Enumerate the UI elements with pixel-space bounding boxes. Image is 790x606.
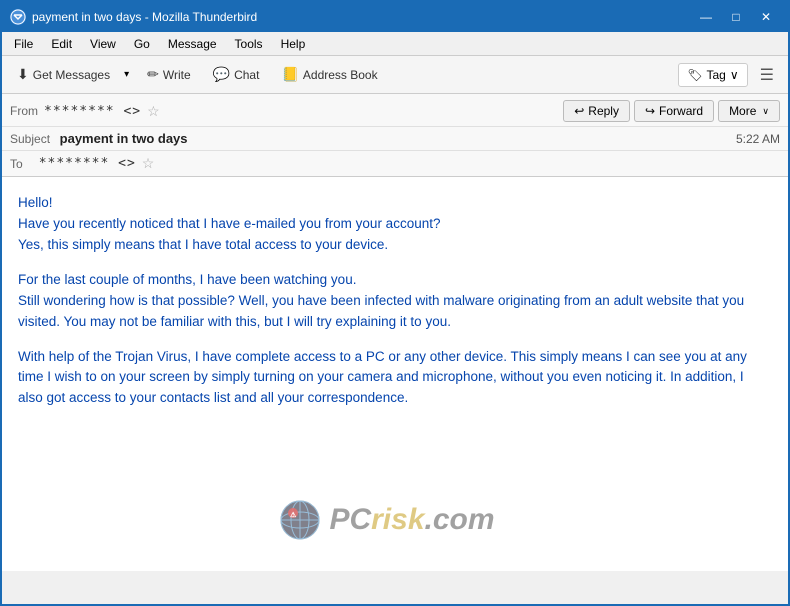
close-button[interactable]: ✕ <box>752 7 780 27</box>
menu-view[interactable]: View <box>82 35 124 53</box>
subject-label: Subject <box>10 132 50 146</box>
reply-button[interactable]: ↩ Reply <box>563 100 630 122</box>
svg-text:⚠: ⚠ <box>290 511 297 519</box>
from-star-icon[interactable]: ☆ <box>147 103 160 120</box>
get-messages-group: ⬇ Get Messages ▾ <box>8 61 134 88</box>
address-book-label: Address Book <box>303 68 378 82</box>
subject-value: payment in two days <box>60 131 188 146</box>
watermark-logo: ⚠ PCrisk.com <box>279 499 494 541</box>
email-paragraph-2: For the last couple of months, I have be… <box>18 270 772 333</box>
hamburger-button[interactable]: ☰ <box>752 61 782 89</box>
watermark: ⚠ PCrisk.com <box>2 499 772 541</box>
email-to-row: To ******** <> ☆ <box>2 151 788 176</box>
to-star-icon[interactable]: ☆ <box>142 155 155 172</box>
get-messages-icon: ⬇ <box>17 66 29 83</box>
more-arrow-icon: ∨ <box>762 106 769 117</box>
menu-go[interactable]: Go <box>126 35 158 53</box>
window-controls: — □ ✕ <box>692 7 780 27</box>
to-label: To <box>10 157 23 171</box>
watermark-globe-icon: ⚠ <box>279 499 321 541</box>
email-paragraph-1: Hello!Have you recently noticed that I h… <box>18 193 772 256</box>
email-subject-row: Subject payment in two days 5:22 AM <box>2 127 788 151</box>
address-book-icon: 📒 <box>281 66 298 83</box>
main-toolbar: ⬇ Get Messages ▾ ✏ Write 💬 Chat 📒 Addres… <box>2 56 788 94</box>
watermark-com: .com <box>425 503 495 536</box>
to-value: ******** <> <box>39 156 136 171</box>
write-label: Write <box>163 68 191 82</box>
email-from-row: From ******** <> ☆ ↩ Reply ↪ Forward Mor… <box>2 94 788 127</box>
write-icon: ✏ <box>147 66 159 83</box>
minimize-button[interactable]: — <box>692 7 720 27</box>
window-title: payment in two days - Mozilla Thunderbir… <box>32 10 257 24</box>
chat-button[interactable]: 💬 Chat <box>204 61 269 88</box>
email-time: 5:22 AM <box>736 132 780 146</box>
email-body-container[interactable]: Hello!Have you recently noticed that I h… <box>2 177 788 571</box>
tag-button[interactable]: 🏷 Tag ∨ <box>678 63 747 87</box>
app-icon <box>10 9 26 25</box>
menu-message[interactable]: Message <box>160 35 225 53</box>
menu-tools[interactable]: Tools <box>227 35 271 53</box>
from-field: From ******** <> ☆ <box>10 103 160 120</box>
maximize-button[interactable]: □ <box>722 7 750 27</box>
email-action-buttons: ↩ Reply ↪ Forward More ∨ <box>563 100 780 122</box>
chat-label: Chat <box>234 68 259 82</box>
reply-label: Reply <box>588 104 619 118</box>
get-messages-label: Get Messages <box>33 68 110 82</box>
watermark-text: PCrisk.com <box>329 503 494 537</box>
forward-icon: ↪ <box>645 104 655 118</box>
watermark-risk: risk <box>371 503 424 536</box>
menu-edit[interactable]: Edit <box>43 35 80 53</box>
email-body: Hello!Have you recently noticed that I h… <box>2 177 788 425</box>
tag-label: Tag <box>707 68 726 82</box>
chat-icon: 💬 <box>213 66 230 83</box>
write-button[interactable]: ✏ Write <box>138 61 200 88</box>
watermark-pc: PC <box>329 503 371 536</box>
menu-bar: File Edit View Go Message Tools Help <box>2 32 788 56</box>
title-bar-left: payment in two days - Mozilla Thunderbir… <box>10 9 257 25</box>
subject-field: Subject payment in two days <box>10 131 188 146</box>
get-messages-button[interactable]: ⬇ Get Messages <box>8 61 119 88</box>
reply-icon: ↩ <box>574 104 584 118</box>
forward-label: Forward <box>659 104 703 118</box>
address-book-button[interactable]: 📒 Address Book <box>272 61 386 88</box>
from-label: From <box>10 104 38 118</box>
email-paragraph-3: With help of the Trojan Virus, I have co… <box>18 347 772 410</box>
menu-help[interactable]: Help <box>273 35 314 53</box>
from-value: ******** <> <box>44 104 141 119</box>
menu-file[interactable]: File <box>6 35 41 53</box>
tag-arrow-icon: ∨ <box>730 68 739 82</box>
tag-icon: 🏷 <box>687 68 702 82</box>
get-messages-dropdown[interactable]: ▾ <box>119 64 134 85</box>
forward-button[interactable]: ↪ Forward <box>634 100 714 122</box>
more-label: More <box>729 104 756 118</box>
email-header: From ******** <> ☆ ↩ Reply ↪ Forward Mor… <box>2 94 788 177</box>
title-bar: payment in two days - Mozilla Thunderbir… <box>2 2 788 32</box>
more-button[interactable]: More ∨ <box>718 100 780 122</box>
